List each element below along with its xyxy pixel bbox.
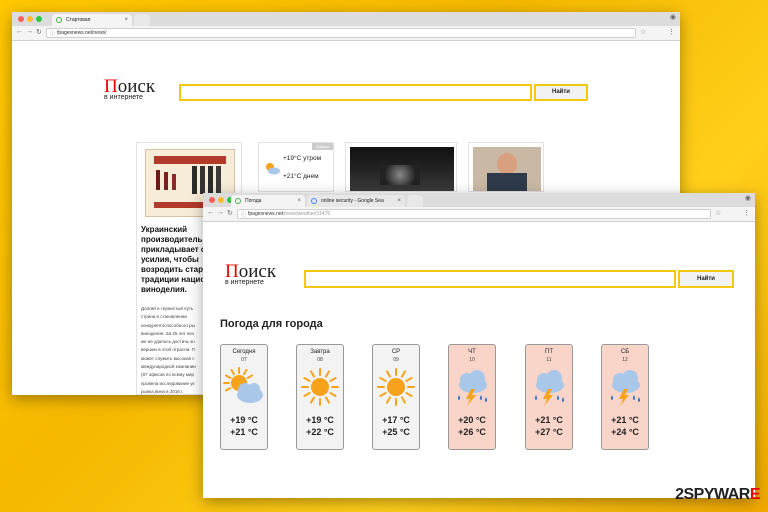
temp-low: +25 °C	[382, 427, 410, 437]
menu-icon[interactable]: ⋮	[668, 28, 675, 36]
close-window-button[interactable]	[209, 197, 215, 203]
tab-title: Погода	[245, 198, 262, 204]
temp-low: +22 °C	[306, 427, 334, 437]
close-tab-icon[interactable]: ×	[297, 195, 301, 207]
temp-high: +20 °C	[458, 415, 486, 425]
search-button[interactable]: Найти	[534, 84, 588, 101]
forecast-day-card[interactable]: СБ 12 +21 °C +24 °C	[601, 344, 649, 450]
tab-bar: Погода × online security - Google Sea × …	[203, 193, 755, 207]
partly-cloudy-icon	[266, 163, 280, 175]
front-browser-window: Погода × online security - Google Sea × …	[203, 193, 755, 498]
bookmark-star-icon[interactable]: ☆	[715, 209, 721, 217]
maximize-window-button[interactable]	[36, 16, 42, 22]
reload-icon[interactable]: ↻	[36, 28, 42, 36]
window-controls	[209, 197, 233, 203]
tab-start[interactable]: Стартовая ×	[52, 14, 132, 26]
day-date: 08	[317, 357, 323, 363]
minimize-window-button[interactable]	[27, 16, 33, 22]
new-tab-button[interactable]	[134, 14, 150, 26]
new-tab-button[interactable]	[407, 195, 423, 207]
forecast-day-card[interactable]: СР 09 +17 °C +25 °C	[372, 344, 420, 450]
weather-heading: Погода для города	[220, 318, 323, 330]
tab-google-search[interactable]: online security - Google Sea ×	[307, 195, 405, 207]
reload-icon[interactable]: ↻	[227, 209, 233, 217]
url-domain: fpagesnews.net	[248, 211, 284, 217]
search-input[interactable]	[304, 270, 676, 288]
politician-news-card[interactable]	[468, 142, 544, 192]
day-name: Завтра	[310, 349, 330, 355]
temp-high: +19 °C	[306, 415, 334, 425]
info-icon: ⓘ	[50, 31, 56, 37]
watermark-text-red: E	[749, 486, 761, 503]
favicon-icon	[235, 198, 241, 204]
url-text: fpagesnews.net/news/	[57, 30, 107, 36]
google-favicon-icon	[311, 198, 317, 204]
address-bar[interactable]: ⓘ fpagesnews.net/news/weather/11476	[237, 209, 711, 219]
temp-high: +19 °C	[230, 415, 258, 425]
tab-title: Стартовая	[66, 17, 91, 23]
widget-morning-temp: +19°С утром	[283, 155, 322, 162]
temp-low: +24 °C	[611, 427, 639, 437]
toolbar: ← → ↻ ⓘ fpagesnews.net/news/ ☆ ⋮	[12, 26, 680, 41]
minimize-window-button[interactable]	[218, 197, 224, 203]
temp-low: +26 °C	[458, 427, 486, 437]
forward-icon[interactable]: →	[26, 28, 33, 35]
concert-news-card[interactable]	[345, 142, 457, 192]
day-date: 12	[622, 357, 628, 363]
close-window-button[interactable]	[18, 16, 24, 22]
weather-widget-card[interactable]: Завтра +19°С утром +21°С днем	[258, 142, 334, 192]
concert-image	[350, 147, 454, 191]
url-path: /news/weather/11476	[283, 211, 331, 217]
search-button[interactable]: Найти	[678, 270, 734, 288]
widget-day-temp: +21°С днем	[283, 173, 319, 180]
forecast-day-card[interactable]: ПТ 11 +21 °C +27 °C	[525, 344, 573, 450]
search-button-label: Найти	[697, 276, 715, 282]
forecast-day-card[interactable]: ЧТ 10 +20 °C +26 °C	[448, 344, 496, 450]
profile-icon[interactable]: ◉	[745, 194, 751, 202]
forward-icon[interactable]: →	[217, 209, 224, 216]
day-name: ПТ	[545, 349, 553, 355]
close-tab-icon[interactable]: ×	[397, 195, 401, 207]
day-date: 10	[469, 357, 475, 363]
temp-high: +21 °C	[535, 415, 563, 425]
day-date: 11	[546, 357, 552, 363]
search-button-label: Найти	[552, 89, 570, 95]
widget-badge: Завтра	[312, 143, 333, 150]
bookmark-star-icon[interactable]: ☆	[640, 28, 646, 36]
day-name: ЧТ	[468, 349, 476, 355]
tab-bar: Стартовая × ◉	[12, 12, 680, 26]
profile-icon[interactable]: ◉	[670, 13, 676, 21]
tab-title: online security - Google Sea	[321, 198, 384, 204]
day-name: СР	[391, 349, 401, 355]
close-tab-icon[interactable]: ×	[124, 14, 128, 26]
forecast-day-card[interactable]: Сегодня 07 +19 °C +21 °C	[220, 344, 268, 450]
tab-weather[interactable]: Погода ×	[231, 195, 305, 207]
back-icon[interactable]: ←	[207, 209, 214, 216]
temp-low: +21 °C	[230, 427, 258, 437]
window-controls	[18, 16, 42, 22]
search-input[interactable]	[179, 84, 532, 101]
watermark-text: 2SPYWAR	[675, 486, 750, 503]
day-date: 09	[393, 357, 399, 363]
person-image	[473, 147, 541, 191]
day-name: Сегодня	[232, 349, 256, 355]
info-icon: ⓘ	[241, 212, 247, 218]
favicon-icon	[56, 17, 62, 23]
toolbar: ← → ↻ ⓘ fpagesnews.net/news/weather/1147…	[203, 207, 755, 222]
temp-high: +21 °C	[611, 415, 639, 425]
day-date: 07	[241, 357, 247, 363]
forecast-day-card[interactable]: Завтра 08 +19 °C +22 °C	[296, 344, 344, 450]
temp-high: +17 °C	[382, 415, 410, 425]
logo: Поиск в интернете	[104, 77, 155, 101]
watermark-logo: 2SPYWARE	[675, 486, 760, 504]
day-name: СБ	[620, 349, 630, 355]
logo: Поиск в интернете	[225, 262, 276, 286]
temp-low: +27 °C	[535, 427, 563, 437]
menu-icon[interactable]: ⋮	[743, 209, 750, 217]
address-bar[interactable]: ⓘ fpagesnews.net/news/	[46, 28, 636, 38]
back-icon[interactable]: ←	[16, 28, 23, 35]
